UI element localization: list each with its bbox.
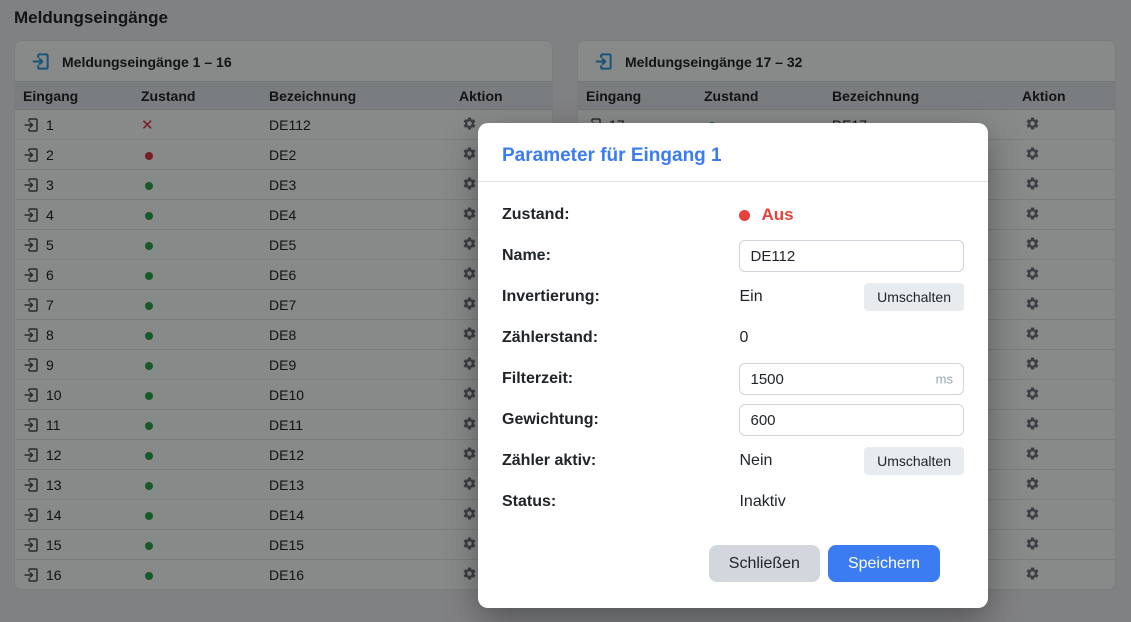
modal-title: Parameter für Eingang 1 bbox=[478, 123, 988, 182]
field-label: Zählerstand: bbox=[502, 329, 739, 347]
field-label: Invertierung: bbox=[502, 288, 739, 306]
parameter-modal: Parameter für Eingang 1 Zustand: Aus Nam… bbox=[478, 123, 988, 608]
zustand-value: Aus bbox=[761, 205, 793, 225]
status-value: Inaktiv bbox=[739, 493, 785, 511]
modal-footer: Schließen Speichern bbox=[502, 528, 964, 582]
zaehler-aktiv-value: Nein bbox=[739, 452, 772, 470]
field-label: Status: bbox=[502, 493, 739, 511]
field-zaehlerstand: Zählerstand: 0 bbox=[502, 323, 964, 353]
save-button[interactable]: Speichern bbox=[828, 545, 940, 582]
field-label: Gewichtung: bbox=[502, 411, 739, 429]
field-name: Name: bbox=[502, 241, 964, 271]
field-invertierung: Invertierung: Ein Umschalten bbox=[502, 282, 964, 312]
field-gewichtung: Gewichtung: bbox=[502, 405, 964, 435]
unit-suffix: ms bbox=[936, 372, 953, 387]
field-label: Zustand: bbox=[502, 206, 739, 224]
status-dot-icon bbox=[739, 210, 750, 221]
zaehlerstand-value: 0 bbox=[739, 329, 748, 347]
field-label: Zähler aktiv: bbox=[502, 452, 739, 470]
name-input[interactable] bbox=[739, 240, 964, 272]
field-filterzeit: Filterzeit: ms bbox=[502, 364, 964, 394]
zaehler-aktiv-toggle-button[interactable]: Umschalten bbox=[864, 447, 964, 475]
field-zaehler-aktiv: Zähler aktiv: Nein Umschalten bbox=[502, 446, 964, 476]
close-button[interactable]: Schließen bbox=[709, 545, 820, 582]
modal-body: Zustand: Aus Name: Invertierung: Ein Ums… bbox=[478, 182, 988, 582]
filterzeit-input[interactable] bbox=[739, 363, 964, 395]
field-status: Status: Inaktiv bbox=[502, 487, 964, 517]
invertierung-value: Ein bbox=[739, 288, 762, 306]
field-label: Name: bbox=[502, 247, 739, 265]
invertierung-toggle-button[interactable]: Umschalten bbox=[864, 283, 964, 311]
field-zustand: Zustand: Aus bbox=[502, 200, 964, 230]
field-label: Filterzeit: bbox=[502, 370, 739, 388]
gewichtung-input[interactable] bbox=[739, 404, 964, 436]
